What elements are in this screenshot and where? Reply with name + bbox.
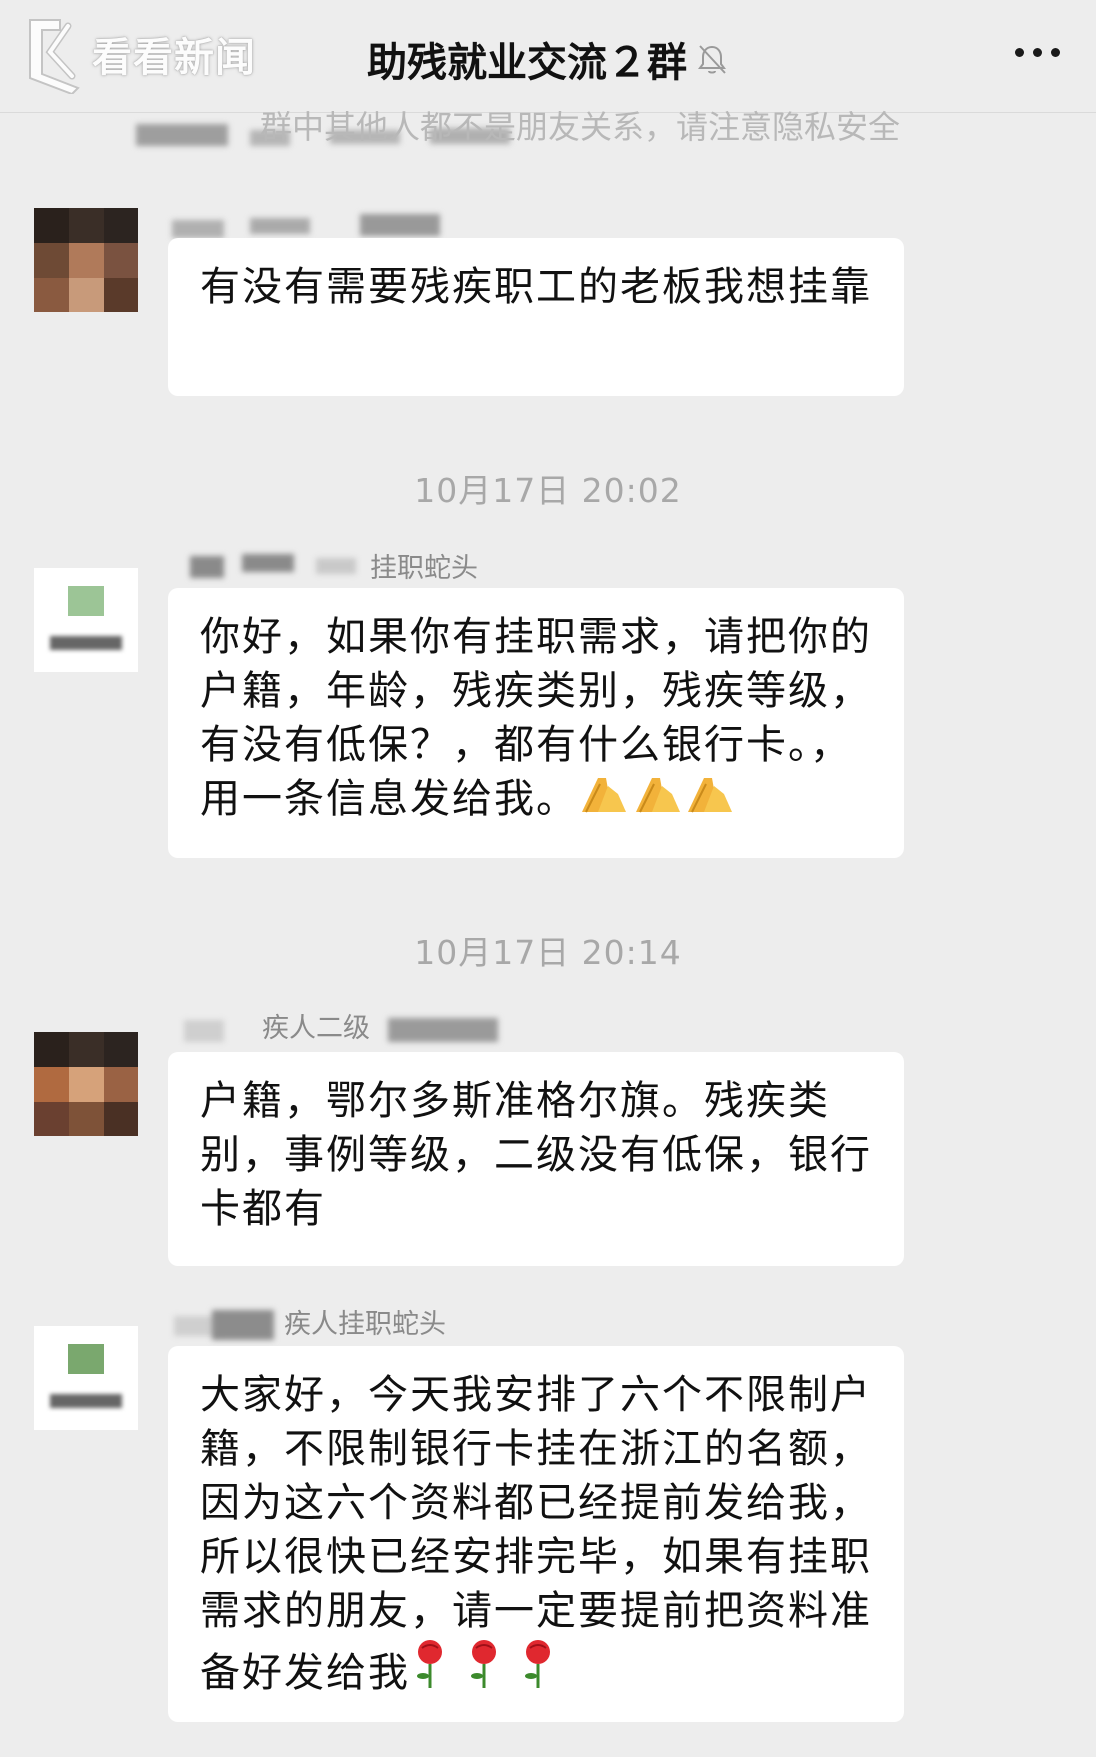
- message-text: 有没有需要残疾职工的老板我想挂靠: [200, 264, 872, 310]
- bell-muted-icon: [698, 45, 726, 74]
- redacted-block: [360, 214, 440, 236]
- message-text: 你好，如果你有挂职需求，请把你的户籍，年龄，残疾类别，残疾等级，有没有低保？，都…: [200, 614, 872, 822]
- avatar[interactable]: [34, 568, 138, 672]
- avatar-logo-block: [68, 1344, 104, 1374]
- redacted-block: [242, 554, 294, 572]
- chat-header: 看看新闻 助残就业交流２群: [0, 0, 1096, 113]
- redacted-block: [316, 558, 356, 574]
- timestamp: 10月17日 20:02: [414, 471, 682, 510]
- redacted-block: [172, 220, 224, 238]
- group-name: 助残就业交流２群: [367, 40, 687, 86]
- page-title: 助残就业交流２群: [0, 30, 1096, 88]
- redacted-block: [250, 218, 310, 234]
- redacted-block: [184, 1020, 224, 1042]
- avatar-logo-block: [68, 586, 104, 616]
- sender-name-text: 疾人二级: [262, 1013, 370, 1044]
- sender-name: [170, 200, 470, 240]
- message-bubble[interactable]: 大家好，今天我安排了六个不限制户籍，不限制银行卡挂在浙江的名额，因为这六个资料都…: [168, 1346, 904, 1722]
- message-bubble[interactable]: 有没有需要残疾职工的老板我想挂靠: [168, 238, 904, 396]
- redacted-block: [190, 556, 224, 578]
- avatar[interactable]: [34, 208, 138, 312]
- privacy-notice: 群中其他人都不是朋友关系，请注意隐私安全: [130, 108, 1030, 156]
- sender-name: 疾人挂职蛇头: [172, 1302, 512, 1342]
- avatar[interactable]: [34, 1032, 138, 1136]
- folded-hands-emoji: [578, 776, 734, 822]
- redacted-block: [136, 124, 228, 146]
- more-dots-icon[interactable]: [1015, 48, 1060, 57]
- avatar[interactable]: [34, 1326, 138, 1430]
- sender-name: 挂职蛇头: [186, 546, 526, 586]
- notice-text: 群中其他人都不是朋友关系，请注意隐私安全: [260, 108, 901, 146]
- message-bubble[interactable]: 你好，如果你有挂职需求，请把你的户籍，年龄，残疾类别，残疾等级，有没有低保？，都…: [168, 588, 904, 858]
- avatar-logo-text-blur: [50, 636, 122, 650]
- rose-emoji: [410, 1640, 570, 1696]
- message-bubble[interactable]: 户籍，鄂尔多斯准格尔旗。残疾类别，事例等级，二级没有低保，银行卡都有: [168, 1052, 904, 1266]
- avatar-logo-text-blur: [50, 1394, 122, 1408]
- redacted-block: [212, 1310, 274, 1340]
- timestamp: 10月17日 20:14: [414, 933, 682, 972]
- sender-name-text: 挂职蛇头: [370, 553, 478, 584]
- sender-name-text: 疾人挂职蛇头: [284, 1309, 446, 1340]
- redacted-block: [388, 1018, 498, 1042]
- message-text: 户籍，鄂尔多斯准格尔旗。残疾类别，事例等级，二级没有低保，银行卡都有: [200, 1078, 872, 1232]
- sender-name: 疾人二级: [178, 1006, 518, 1046]
